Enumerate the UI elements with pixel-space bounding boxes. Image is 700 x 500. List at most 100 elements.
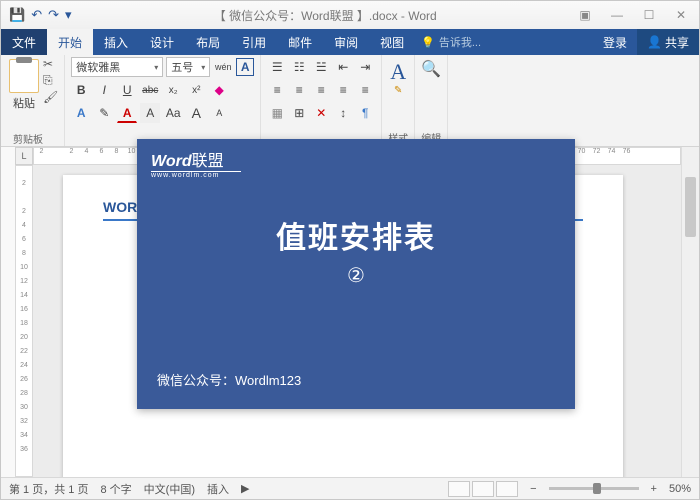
highlight-button[interactable]: ✎ xyxy=(94,103,114,123)
find-icon[interactable]: 🔍 xyxy=(421,59,441,79)
tab-insert[interactable]: 插入 xyxy=(93,29,139,55)
ribbon-tabs: 文件 开始 插入 设计 布局 引用 邮件 审阅 视图 💡 告诉我... 登录 👤… xyxy=(1,29,699,55)
subscript-button[interactable]: x₂ xyxy=(163,80,183,100)
word-count[interactable]: 8 个字 xyxy=(100,481,131,497)
align-left-button[interactable]: ≡ xyxy=(267,80,287,100)
superscript-button[interactable]: x² xyxy=(186,80,206,100)
line-spacing-button[interactable]: ↕ xyxy=(333,103,353,123)
group-clipboard: 粘贴 ✂ ⎘ 🖌 剪贴板 xyxy=(1,55,65,146)
overlay-footer: 微信公众号：Wordlm123 xyxy=(157,370,301,389)
ribbon: 粘贴 ✂ ⎘ 🖌 剪贴板 微软雅黑▾ 五号 ▾ wén A B I U abc x… xyxy=(1,55,699,147)
clear-formatting-icon[interactable]: ◆ xyxy=(209,80,229,100)
group-font: 微软雅黑▾ 五号▾ wén A B I U abc x₂ x² ◆ A ✎ A … xyxy=(65,55,261,146)
overlay-title: 值班安排表 xyxy=(137,213,575,257)
styles-icon: A xyxy=(390,59,406,85)
tab-view[interactable]: 视图 xyxy=(369,29,415,55)
tab-design[interactable]: 设计 xyxy=(139,29,185,55)
borders-button[interactable]: ⊞ xyxy=(289,103,309,123)
tell-me-box[interactable]: 💡 告诉我... xyxy=(415,29,593,55)
print-layout-button[interactable] xyxy=(472,481,494,497)
char-border-button[interactable]: A xyxy=(236,58,254,76)
insert-mode[interactable]: 插入 xyxy=(207,481,229,497)
tab-review[interactable]: 审阅 xyxy=(323,29,369,55)
overlay-url: www.wordlm.com xyxy=(151,171,241,179)
sort-button[interactable]: ✕ xyxy=(311,103,331,123)
align-center-button[interactable]: ≡ xyxy=(289,80,309,100)
clipboard-mini: ✂ ⎘ 🖌 xyxy=(41,57,58,145)
change-case-button[interactable]: Aa xyxy=(163,103,183,123)
group-styles: A ✎ 样式 xyxy=(382,55,415,146)
redo-icon[interactable]: ↷ xyxy=(48,7,59,23)
justify-button[interactable]: ≡ xyxy=(333,80,353,100)
tab-mailings[interactable]: 邮件 xyxy=(277,29,323,55)
font-name-value: 微软雅黑 xyxy=(76,59,120,75)
chevron-down-icon: ▾ xyxy=(201,63,205,72)
read-mode-button[interactable] xyxy=(448,481,470,497)
minimize-icon[interactable]: — xyxy=(603,8,631,22)
underline-button[interactable]: U xyxy=(117,80,137,100)
distributed-button[interactable]: ≡ xyxy=(355,80,375,100)
align-right-button[interactable]: ≡ xyxy=(311,80,331,100)
status-bar: 第 1 页，共 1 页 8 个字 中文(中国) 插入 ▶ − + 50% xyxy=(1,477,699,499)
font-name-combo[interactable]: 微软雅黑▾ xyxy=(71,57,163,77)
italic-button[interactable]: I xyxy=(94,80,114,100)
show-marks-button[interactable]: ¶ xyxy=(355,103,375,123)
increase-indent-button[interactable]: ⇥ xyxy=(355,57,375,77)
multilevel-button[interactable]: ☱ xyxy=(311,57,331,77)
zoom-slider[interactable] xyxy=(549,487,639,490)
font-color-button[interactable]: A xyxy=(117,103,137,123)
tab-references[interactable]: 引用 xyxy=(231,29,277,55)
decrease-indent-button[interactable]: ⇤ xyxy=(333,57,353,77)
macro-icon[interactable]: ▶ xyxy=(241,482,249,495)
vertical-scrollbar[interactable] xyxy=(681,147,699,477)
window-buttons: ▣ — ☐ ✕ xyxy=(571,8,699,22)
vertical-ruler[interactable]: 224681012141618202224262830323436 xyxy=(15,165,33,477)
web-layout-button[interactable] xyxy=(496,481,518,497)
share-label: 共享 xyxy=(665,34,689,51)
char-shading-button[interactable]: A xyxy=(140,103,160,123)
share-button[interactable]: 👤 共享 xyxy=(637,29,699,55)
undo-icon[interactable]: ↶ xyxy=(31,7,42,23)
cut-icon[interactable]: ✂ xyxy=(43,57,58,71)
font-size-combo[interactable]: 五号 ▾ xyxy=(166,57,210,77)
zoom-out-button[interactable]: − xyxy=(530,483,536,495)
overlay-number: ② xyxy=(137,263,575,288)
phonetic-guide-button[interactable]: wén xyxy=(213,57,233,77)
grow-font-button[interactable]: A xyxy=(186,103,206,123)
bullets-button[interactable]: ☰ xyxy=(267,57,287,77)
zoom-in-button[interactable]: + xyxy=(651,483,657,495)
shading-button[interactable]: ▦ xyxy=(267,103,287,123)
strikethrough-button[interactable]: abc xyxy=(140,80,160,100)
window-title: 【 微信公众号：Word联盟 】.docx - Word xyxy=(80,7,571,24)
shrink-font-button[interactable]: A xyxy=(209,103,229,123)
save-icon[interactable]: 💾 xyxy=(9,7,25,23)
numbering-button[interactable]: ☷ xyxy=(289,57,309,77)
view-buttons xyxy=(448,481,518,497)
tab-file[interactable]: 文件 xyxy=(1,29,47,55)
language-indicator[interactable]: 中文(中国) xyxy=(144,481,195,497)
font-size-value: 五号 xyxy=(171,59,193,75)
ribbon-options-icon[interactable]: ▣ xyxy=(571,8,599,22)
clipboard-group-label: 剪贴板 xyxy=(13,129,43,146)
login-button[interactable]: 登录 xyxy=(593,29,637,55)
share-icon: 👤 xyxy=(647,35,662,49)
zoom-level[interactable]: 50% xyxy=(669,483,691,495)
maximize-icon[interactable]: ☐ xyxy=(635,8,663,22)
tab-home[interactable]: 开始 xyxy=(47,29,93,55)
scrollbar-thumb[interactable] xyxy=(685,177,696,237)
qat-more-icon[interactable]: ▾ xyxy=(65,7,72,23)
quick-access-toolbar: 💾 ↶ ↷ ▾ xyxy=(1,7,80,23)
tab-layout[interactable]: 布局 xyxy=(185,29,231,55)
page-indicator[interactable]: 第 1 页，共 1 页 xyxy=(9,481,88,497)
text-effects-button[interactable]: A xyxy=(71,103,91,123)
format-painter-icon[interactable]: 🖌 xyxy=(43,90,58,104)
bold-button[interactable]: B xyxy=(71,80,91,100)
close-icon[interactable]: ✕ xyxy=(667,8,695,22)
copy-icon[interactable]: ⎘ xyxy=(43,73,58,88)
styles-button[interactable]: A ✎ xyxy=(390,59,406,96)
clipboard-icon xyxy=(9,59,39,93)
paste-label: 粘贴 xyxy=(13,95,35,111)
overlay-logo-word: Word xyxy=(151,153,192,170)
ruler-corner[interactable]: L xyxy=(15,147,33,165)
group-editing: 🔍 编辑 xyxy=(415,55,448,146)
